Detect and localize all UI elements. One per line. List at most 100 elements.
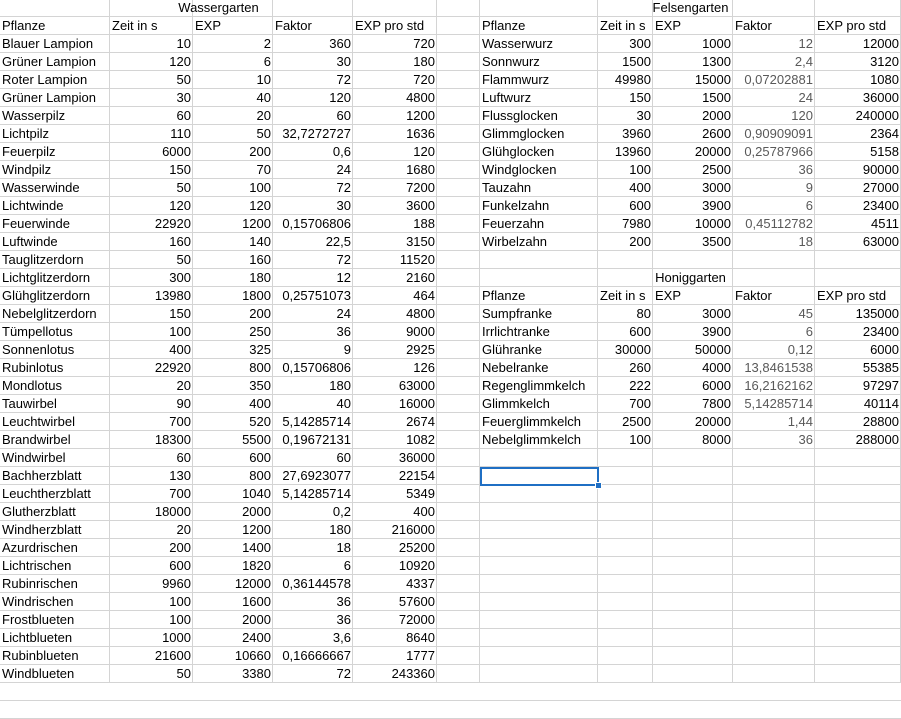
wassergarten-cell-r15-c2[interactable]: 200 (193, 305, 273, 323)
wassergarten-cell-r35-c0[interactable]: Windblueten (0, 665, 110, 683)
wassergarten-cell-r22-c2[interactable]: 5500 (193, 431, 273, 449)
felsengarten-cell-r11-c3[interactable]: 18 (733, 233, 815, 251)
felsengarten-cell-r3-c1[interactable]: 150 (598, 89, 653, 107)
wassergarten-cell-r32-c1[interactable]: 100 (110, 611, 193, 629)
honiggarten-cell-r6-c3[interactable]: 1,44 (733, 413, 815, 431)
wassergarten-cell-r9-c2[interactable]: 120 (193, 197, 273, 215)
wassergarten-cell-r17-c2[interactable]: 325 (193, 341, 273, 359)
honiggarten-cell-r3-c3[interactable]: 13,8461538 (733, 359, 815, 377)
wassergarten-cell-r9-c1[interactable]: 120 (110, 197, 193, 215)
honiggarten-cell-r1-c1[interactable]: 600 (598, 323, 653, 341)
wassergarten-cell-r3-c1[interactable]: 30 (110, 89, 193, 107)
wassergarten-cell-r15-c4[interactable]: 4800 (353, 305, 437, 323)
felsengarten-cell-r6-c0[interactable]: Glühglocken (480, 143, 598, 161)
wassergarten-cell-r16-c0[interactable]: Tümpellotus (0, 323, 110, 341)
wassergarten-cell-r18-c3[interactable]: 0,15706806 (273, 359, 353, 377)
wassergarten-cell-r28-c3[interactable]: 18 (273, 539, 353, 557)
wassergarten-cell-r17-c1[interactable]: 400 (110, 341, 193, 359)
wassergarten-cell-r10-c2[interactable]: 1200 (193, 215, 273, 233)
honiggarten-cell-r5-c1[interactable]: 700 (598, 395, 653, 413)
wassergarten-cell-r18-c4[interactable]: 126 (353, 359, 437, 377)
felsengarten-cell-r5-c0[interactable]: Glimmglocken (480, 125, 598, 143)
wassergarten-cell-r34-c0[interactable]: Rubinblueten (0, 647, 110, 665)
wassergarten-cell-r6-c2[interactable]: 200 (193, 143, 273, 161)
wassergarten-cell-r7-c4[interactable]: 1680 (353, 161, 437, 179)
felsengarten-cell-r4-c4[interactable]: 240000 (815, 107, 901, 125)
honiggarten-cell-r0-c0[interactable]: Sumpfranke (480, 305, 598, 323)
felsengarten-cell-r11-c1[interactable]: 200 (598, 233, 653, 251)
honiggarten-header-4[interactable]: EXP pro std (815, 287, 901, 305)
wassergarten-cell-r26-c0[interactable]: Glutherzblatt (0, 503, 110, 521)
honiggarten-cell-r1-c3[interactable]: 6 (733, 323, 815, 341)
wassergarten-cell-r10-c0[interactable]: Feuerwinde (0, 215, 110, 233)
honiggarten-cell-r1-c0[interactable]: Irrlichtranke (480, 323, 598, 341)
wassergarten-cell-r26-c2[interactable]: 2000 (193, 503, 273, 521)
felsengarten-cell-r10-c2[interactable]: 10000 (653, 215, 733, 233)
honiggarten-cell-r5-c0[interactable]: Glimmkelch (480, 395, 598, 413)
felsengarten-cell-r1-c1[interactable]: 1500 (598, 53, 653, 71)
wassergarten-cell-r24-c1[interactable]: 130 (110, 467, 193, 485)
wassergarten-cell-r19-c1[interactable]: 20 (110, 377, 193, 395)
felsengarten-cell-r11-c4[interactable]: 63000 (815, 233, 901, 251)
wassergarten-cell-r21-c3[interactable]: 5,14285714 (273, 413, 353, 431)
felsengarten-cell-r5-c4[interactable]: 2364 (815, 125, 901, 143)
wassergarten-cell-r24-c4[interactable]: 22154 (353, 467, 437, 485)
wassergarten-cell-r26-c4[interactable]: 400 (353, 503, 437, 521)
felsengarten-cell-r1-c3[interactable]: 2,4 (733, 53, 815, 71)
wassergarten-cell-r4-c4[interactable]: 1200 (353, 107, 437, 125)
wassergarten-header-1[interactable]: Zeit in s (110, 17, 193, 35)
wassergarten-cell-r19-c3[interactable]: 180 (273, 377, 353, 395)
wassergarten-cell-r3-c2[interactable]: 40 (193, 89, 273, 107)
felsengarten-cell-r1-c0[interactable]: Sonnwurz (480, 53, 598, 71)
wassergarten-cell-r33-c3[interactable]: 3,6 (273, 629, 353, 647)
honiggarten-header-3[interactable]: Faktor (733, 287, 815, 305)
felsengarten-cell-r2-c2[interactable]: 15000 (653, 71, 733, 89)
felsengarten-cell-r0-c0[interactable]: Wasserwurz (480, 35, 598, 53)
wassergarten-cell-r2-c0[interactable]: Roter Lampion (0, 71, 110, 89)
wassergarten-cell-r17-c0[interactable]: Sonnenlotus (0, 341, 110, 359)
wassergarten-cell-r13-c3[interactable]: 12 (273, 269, 353, 287)
wassergarten-cell-r25-c4[interactable]: 5349 (353, 485, 437, 503)
felsengarten-cell-r5-c1[interactable]: 3960 (598, 125, 653, 143)
wassergarten-cell-r24-c3[interactable]: 27,6923077 (273, 467, 353, 485)
felsengarten-cell-r10-c3[interactable]: 0,45112782 (733, 215, 815, 233)
wassergarten-cell-r32-c2[interactable]: 2000 (193, 611, 273, 629)
wassergarten-cell-r16-c2[interactable]: 250 (193, 323, 273, 341)
wassergarten-cell-r31-c1[interactable]: 100 (110, 593, 193, 611)
honiggarten-cell-r7-c0[interactable]: Nebelglimmkelch (480, 431, 598, 449)
wassergarten-cell-r25-c0[interactable]: Leuchtherzblatt (0, 485, 110, 503)
wassergarten-cell-r23-c3[interactable]: 60 (273, 449, 353, 467)
wassergarten-cell-r14-c2[interactable]: 1800 (193, 287, 273, 305)
wassergarten-cell-r4-c0[interactable]: Wasserpilz (0, 107, 110, 125)
wassergarten-cell-r20-c4[interactable]: 16000 (353, 395, 437, 413)
wassergarten-cell-r10-c3[interactable]: 0,15706806 (273, 215, 353, 233)
felsengarten-cell-r10-c1[interactable]: 7980 (598, 215, 653, 233)
felsengarten-cell-r8-c3[interactable]: 9 (733, 179, 815, 197)
wassergarten-cell-r29-c3[interactable]: 6 (273, 557, 353, 575)
felsengarten-cell-r3-c4[interactable]: 36000 (815, 89, 901, 107)
felsengarten-cell-r10-c4[interactable]: 4511 (815, 215, 901, 233)
wassergarten-cell-r6-c0[interactable]: Feuerpilz (0, 143, 110, 161)
wassergarten-cell-r21-c1[interactable]: 700 (110, 413, 193, 431)
felsengarten-cell-r2-c3[interactable]: 0,07202881 (733, 71, 815, 89)
wassergarten-cell-r35-c1[interactable]: 50 (110, 665, 193, 683)
honiggarten-header-2[interactable]: EXP (653, 287, 733, 305)
honiggarten-header-1[interactable]: Zeit in s (598, 287, 653, 305)
wassergarten-cell-r2-c4[interactable]: 720 (353, 71, 437, 89)
honiggarten-cell-r2-c3[interactable]: 0,12 (733, 341, 815, 359)
wassergarten-cell-r12-c0[interactable]: Tauglitzerdorn (0, 251, 110, 269)
wassergarten-cell-r31-c3[interactable]: 36 (273, 593, 353, 611)
wassergarten-cell-r12-c3[interactable]: 72 (273, 251, 353, 269)
felsengarten-cell-r6-c2[interactable]: 20000 (653, 143, 733, 161)
honiggarten-cell-r7-c1[interactable]: 100 (598, 431, 653, 449)
felsengarten-cell-r4-c3[interactable]: 120 (733, 107, 815, 125)
wassergarten-cell-r29-c1[interactable]: 600 (110, 557, 193, 575)
felsengarten-cell-r0-c2[interactable]: 1000 (653, 35, 733, 53)
honiggarten-header-0[interactable]: Pflanze (480, 287, 598, 305)
wassergarten-cell-r3-c0[interactable]: Grüner Lampion (0, 89, 110, 107)
felsengarten-cell-r9-c0[interactable]: Funkelzahn (480, 197, 598, 215)
wassergarten-cell-r3-c3[interactable]: 120 (273, 89, 353, 107)
felsengarten-cell-r4-c1[interactable]: 30 (598, 107, 653, 125)
wassergarten-cell-r30-c1[interactable]: 9960 (110, 575, 193, 593)
felsengarten-cell-r1-c2[interactable]: 1300 (653, 53, 733, 71)
